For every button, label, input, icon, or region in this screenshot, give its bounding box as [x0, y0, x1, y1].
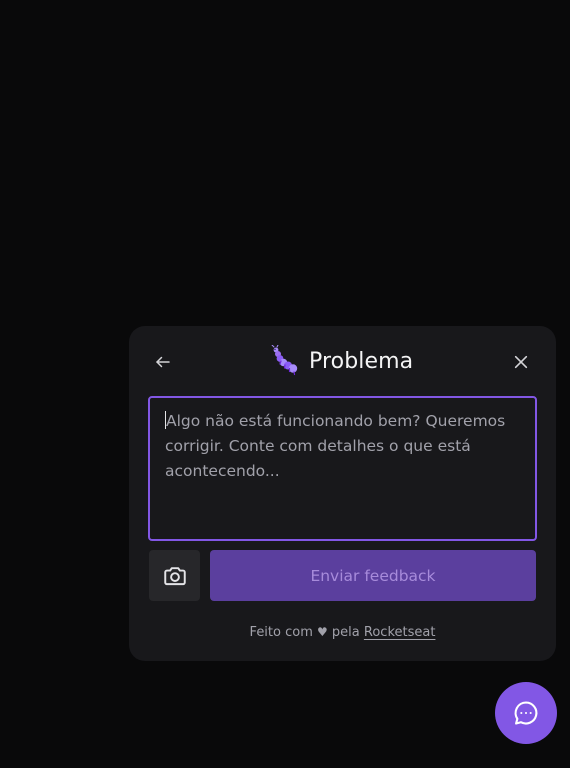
feedback-textarea[interactable]: Algo não está funcionando bem? Queremos … [148, 396, 537, 541]
close-button[interactable] [509, 350, 533, 374]
camera-icon [163, 566, 186, 585]
take-screenshot-button[interactable] [149, 550, 200, 601]
footer-middle: pela [331, 625, 360, 640]
widget-title: Problema [309, 349, 414, 374]
bug-icon [271, 345, 298, 376]
close-icon [514, 355, 528, 369]
rocketseat-link[interactable]: Rocketseat [364, 625, 436, 640]
page: Problema Algo não está funcionando bem? … [0, 0, 570, 768]
arrow-left-icon [156, 356, 170, 368]
feedback-placeholder: Algo não está funcionando bem? Queremos … [165, 412, 506, 480]
back-button[interactable] [151, 350, 175, 374]
widget-footer: Feito com ♥ pela Rocketseat [129, 621, 556, 644]
footer-prefix: Feito com [249, 625, 313, 640]
heart-icon: ♥ [317, 625, 328, 639]
feedback-widget: Problema Algo não está funcionando bem? … [129, 326, 556, 661]
send-feedback-button[interactable]: Enviar feedback [210, 550, 536, 601]
widget-header: Problema [129, 326, 556, 396]
widget-title-group: Problema [267, 344, 413, 380]
chat-bubble-icon [514, 701, 538, 725]
feedback-launcher-button[interactable] [495, 682, 557, 744]
